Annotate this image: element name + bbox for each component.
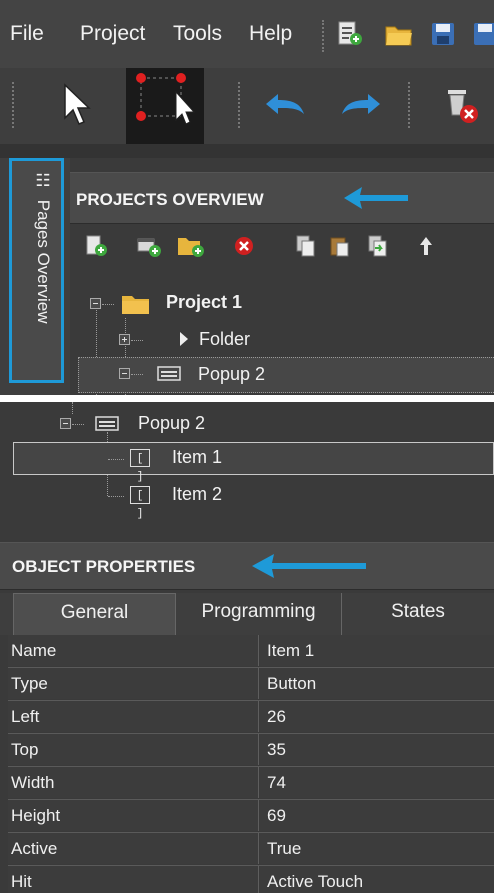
property-row: Top 35 [8,734,494,767]
property-value[interactable]: 26 [260,701,494,732]
tree-line [108,496,124,497]
popup-icon [95,416,119,431]
add-folder-icon[interactable] [176,234,206,258]
multi-select-icon [136,73,196,125]
property-row: Width 74 [8,767,494,800]
tree-line [131,340,143,341]
menu-project[interactable]: Project [80,22,145,46]
tree-line [72,424,84,425]
save-icon[interactable] [430,21,456,47]
toolbar-separator [408,82,410,128]
property-row: Left 26 [8,701,494,734]
menu-tools[interactable]: Tools [173,22,222,46]
button-item-icon: [ ] [130,486,150,520]
tab-programming[interactable]: Programming [176,593,342,635]
property-row: Name Item 1 [8,635,494,668]
tree-item-label[interactable]: Item 2 [172,484,222,505]
property-tabs: General Programming States [0,593,494,635]
toolbar-separator [12,82,14,128]
tree-popup-label[interactable]: Popup 2 [198,364,265,385]
menu-help[interactable]: Help [249,22,292,46]
select-arrow-icon[interactable] [60,82,94,128]
property-name: Hit [8,866,259,893]
property-name: Height [8,800,259,831]
duplicate-icon[interactable] [366,234,390,258]
save-all-icon[interactable] [472,21,494,47]
menu-file[interactable]: File [10,22,44,46]
undo-icon[interactable] [262,90,308,120]
menu-separator [322,20,324,52]
collapse-toggle[interactable] [60,418,71,429]
property-grid: Name Item 1 Type Button Left 26 Top 35 Width… [8,635,494,893]
property-name: Width [8,767,259,798]
multi-select-tool[interactable] [126,68,204,144]
toolbar-separator [238,82,240,128]
project-toolbar [70,226,494,270]
folder-expand-icon [180,332,188,346]
collapse-toggle[interactable] [119,368,130,379]
new-document-icon[interactable] [336,20,364,48]
tree-line [131,374,143,375]
expand-toggle[interactable] [119,334,130,345]
object-properties-header: OBJECT PROPERTIES [0,542,494,590]
property-name: Top [8,734,259,765]
move-up-icon[interactable] [416,234,436,258]
property-row: Hit Active Touch [8,866,494,893]
popup-icon [157,366,181,381]
property-value[interactable]: Active Touch [260,866,494,893]
property-row: Type Button [8,668,494,701]
pages-icon: ☷ [34,171,53,191]
property-value[interactable]: 69 [260,800,494,831]
selected-tree-row[interactable] [13,442,494,475]
open-folder-icon[interactable] [384,22,414,48]
redo-icon[interactable] [338,90,384,120]
tree-folder-label[interactable]: Folder [199,329,250,350]
property-name: Active [8,833,259,864]
tree-line [102,304,114,305]
project-folder-icon [122,296,149,314]
property-value[interactable]: True [260,833,494,864]
property-row: Active True [8,833,494,866]
pages-overview-label: Pages Overview [34,199,53,324]
tree-line [108,459,124,460]
projects-overview-header: PROJECTS OVERVIEW [70,172,494,224]
add-page-icon[interactable] [84,234,108,258]
tree-line [72,402,73,414]
toolbar [0,68,494,144]
remove-icon[interactable] [232,234,256,258]
tree-project-label[interactable]: Project 1 [166,292,242,313]
properties-panel-screenshot: Popup 2 [ ] Item 1 [ ] Item 2 OBJECT PRO… [0,402,494,893]
property-name: Name [8,635,259,666]
property-value[interactable]: Button [260,668,494,699]
highlight-arrow-icon [344,187,408,209]
projects-panel-screenshot: File Project Tools Help ☷ Pages Overview… [0,0,494,395]
property-name: Left [8,701,259,732]
button-item-icon: [ ] [130,449,150,483]
projects-overview-title: PROJECTS OVERVIEW [76,190,264,209]
copy-icon[interactable] [294,234,318,258]
delete-icon[interactable] [442,84,482,128]
selected-tree-row[interactable] [78,357,494,393]
property-value[interactable]: 35 [260,734,494,765]
add-popup-icon[interactable] [136,234,162,258]
collapse-toggle[interactable] [90,298,101,309]
paste-icon[interactable] [328,234,352,258]
property-row: Height 69 [8,800,494,833]
object-properties-title: OBJECT PROPERTIES [12,557,196,576]
property-name: Type [8,668,259,699]
highlight-arrow-icon [252,554,366,578]
tab-general[interactable]: General [13,593,176,635]
pages-overview-tab[interactable]: ☷ Pages Overview [9,158,64,383]
menu-bar: File Project Tools Help [0,0,494,68]
tab-states[interactable]: States [342,593,494,635]
property-value[interactable]: Item 1 [260,635,494,666]
tree-popup-label[interactable]: Popup 2 [138,413,205,434]
panel-divider [0,144,494,158]
property-value[interactable]: 74 [260,767,494,798]
tree-item-label[interactable]: Item 1 [172,447,222,468]
